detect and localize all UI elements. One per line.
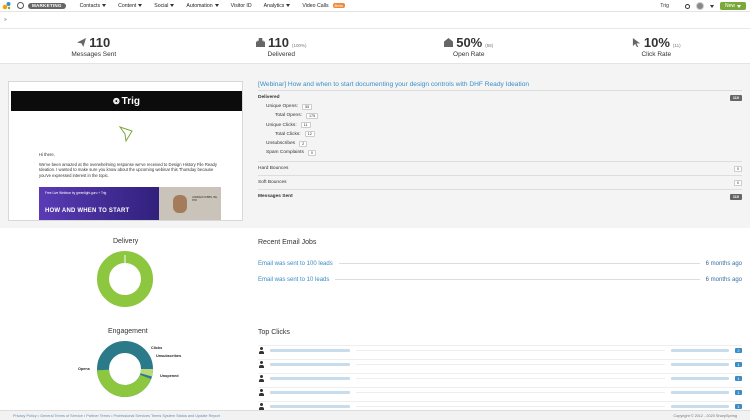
email-preview[interactable]: ❂ Trig Hi there, We've been amazed at th… [8,81,243,221]
stat-click-rate: 10% (11) Click Rate [563,30,750,63]
open-envelope-icon [444,38,454,47]
chevron-down-icon [102,4,107,7]
presenter-photo: ANDREW DIBBS, BE, PhD [159,187,221,220]
total-opens-row: Total Opens: 175 [258,111,742,120]
contact-email-link[interactable] [671,377,729,380]
beta-badge: Beta [332,3,345,8]
top-nav: MARKETING Contacts Content Social Automa… [0,0,750,12]
unique-opens-row: Unique Opens: 55 [258,102,742,111]
cursor-icon [632,38,640,47]
delivery-donut-chart [97,251,153,307]
avatar[interactable] [695,2,704,10]
soft-bounces-row: Soft Bounces 0 [258,175,742,189]
gear-icon[interactable] [17,2,24,9]
email-subject-link[interactable]: [Webinar] How and when to start document… [258,81,529,88]
job-row[interactable]: Email was sent to 10 leads 6 months ago [258,275,742,284]
engagement-label-unsubscribes: Unsubscribes [156,354,182,358]
person-icon [258,361,264,368]
job-row[interactable]: Email was sent to 100 leads 6 months ago [258,259,742,268]
nav-content[interactable]: Content [118,3,143,9]
table-row[interactable]: 2 [258,345,742,355]
preview-body: Hi there, We've been amazed at the overw… [39,152,217,178]
footer-links[interactable]: Privacy Policy • General Terms of Servic… [13,414,220,418]
contact-email-link[interactable] [671,391,729,394]
chevron-down-icon [170,4,175,7]
hard-bounces-row: Hard Bounces 0 [258,161,742,175]
contact-name-link[interactable] [270,405,350,408]
unsubscribes-row: Unsubscribes 2 [258,139,742,148]
search-icon[interactable] [684,3,690,9]
app-logo[interactable] [0,0,12,12]
nav-analytics[interactable]: Analytics [264,3,291,9]
chevron-down-icon [138,4,143,7]
trig-logo-icon: ❂ [112,96,120,106]
chevron-down-icon[interactable] [709,4,714,8]
sub-toolbar: » [0,13,750,29]
engagement-label-clicks: Clicks [151,346,163,350]
table-row[interactable]: 1 [258,373,742,383]
messages-sent-row: Messages Sent 110 [258,189,742,203]
engagement-chart-title: Engagement [108,328,148,335]
marketing-badge[interactable]: MARKETING [28,2,66,9]
expand-sidebar-icon[interactable]: » [4,17,7,23]
nav-contacts[interactable]: Contacts [80,3,107,9]
contact-name-link[interactable] [270,363,350,366]
inbox-icon [256,38,265,47]
engagement-donut-chart [97,341,153,397]
chevron-down-icon [737,4,741,8]
stat-messages-sent: 110 Messages Sent [71,35,117,58]
arrow-logo-icon [119,126,133,142]
person-icon [258,347,264,354]
contact-email-link[interactable] [671,405,729,408]
nav-automation[interactable]: Automation [186,3,219,9]
person-icon [258,375,264,382]
engagement-label-unopened: Unopened [160,374,179,378]
stat-open-rate: 50% (55) Open Rate [375,30,563,63]
footer: Privacy Policy • General Terms of Servic… [0,410,750,420]
contact-email-link[interactable] [671,349,729,352]
total-clicks-row: Total Clicks: 12 [258,130,742,139]
person-icon [258,403,264,410]
chevron-down-icon [286,4,291,7]
table-row[interactable]: 1 [258,359,742,369]
top-clicks-title: Top Clicks [258,329,290,336]
lower-section: Delivery Recent Email Jobs Email was sen… [0,228,750,410]
stats-row: 110 Messages Sent 110 (100%) Delivered 5… [0,30,750,63]
delivered-row: Delivered 110 [258,93,742,102]
new-button[interactable]: New [719,2,746,10]
stat-delivered: 110 (100%) Delivered [188,30,376,63]
paper-plane-icon [77,38,87,47]
contact-name-link[interactable] [270,377,350,380]
org-name[interactable]: Trig [660,3,669,9]
nav-social[interactable]: Social [154,3,175,9]
recent-jobs-title: Recent Email Jobs [258,239,317,246]
nav-video-calls[interactable]: Video Calls Beta [302,3,345,9]
email-detail-section: ❂ Trig Hi there, We've been amazed at th… [0,63,750,228]
unique-clicks-row: Unique Clicks: 11 [258,121,742,130]
contact-name-link[interactable] [270,349,350,352]
nav-visitor-id[interactable]: Visitor ID [231,3,252,9]
delivery-chart-title: Delivery [113,238,139,245]
delivery-table: Delivered 110 Unique Opens: 55 Total Ope… [258,93,742,203]
contact-name-link[interactable] [270,391,350,394]
table-row[interactable]: 1 [258,387,742,397]
spam-row: Spam Complaints 0 [258,148,742,157]
copyright: Copyright © 2012 - 2020 SharpSpring [673,413,737,418]
chevron-down-icon [214,4,219,7]
preview-banner: Free Live Webinar by greenlight.guru + T… [39,187,221,220]
preview-header: ❂ Trig [11,91,242,111]
contact-email-link[interactable] [671,363,729,366]
engagement-label-opens: Opens [78,367,90,371]
person-icon [258,389,264,396]
